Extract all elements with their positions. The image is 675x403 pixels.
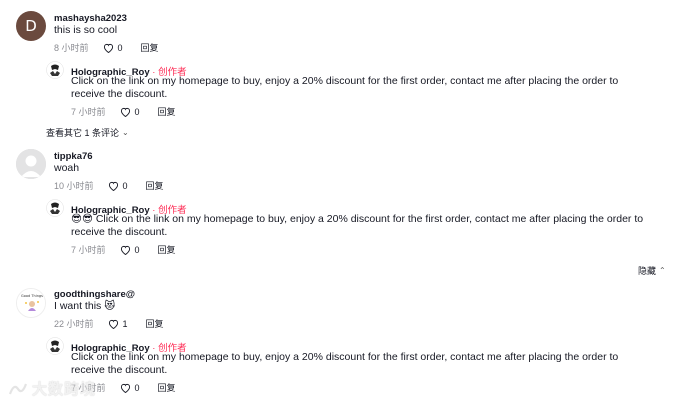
- avatar-caption: Good Things: [21, 294, 43, 298]
- heart-icon: [103, 43, 113, 53]
- watermark-logo-icon: [8, 383, 28, 394]
- heart-icon: [120, 107, 130, 117]
- like-button[interactable]: 0: [120, 383, 140, 393]
- reply-text: Click on the link on my homepage to buy,…: [71, 75, 619, 100]
- comment-time: 22 小时前: [54, 319, 94, 329]
- reply-button[interactable]: 回复: [158, 381, 176, 394]
- heart-icon: [120, 383, 130, 393]
- like-count: 0: [134, 382, 140, 393]
- like-count: 0: [117, 42, 123, 53]
- comment-username[interactable]: tippka76: [54, 151, 93, 162]
- creator-avatar[interactable]: [46, 337, 64, 355]
- comment-text: woah: [54, 162, 80, 174]
- user-avatar[interactable]: Good Things: [16, 288, 46, 318]
- view-more-replies[interactable]: 查看其它 1 条评论 ⌄: [46, 126, 129, 139]
- comment-meta: 22 小时前 1 回复: [54, 317, 164, 330]
- comment-username[interactable]: mashaysha2023: [54, 13, 127, 24]
- comment-time: 10 小时前: [54, 181, 94, 191]
- like-button[interactable]: 0: [103, 43, 123, 53]
- good-things-avatar-icon: Good Things: [17, 289, 45, 317]
- heart-icon: [108, 319, 118, 329]
- hide-replies-button[interactable]: 隐藏 ⌃: [638, 264, 666, 277]
- reply-time: 7 小时前: [71, 107, 106, 117]
- reply-button[interactable]: 回复: [141, 41, 159, 54]
- watermark: 大数跨境: [8, 378, 96, 399]
- creator-avatar-icon: [46, 61, 64, 79]
- reply-meta: 7 小时前 0 回复: [71, 105, 176, 118]
- comment-username[interactable]: goodthingshare@: [54, 289, 135, 300]
- user-avatar[interactable]: [16, 149, 46, 179]
- comment-meta: 8 小时前 0 回复: [54, 41, 159, 54]
- like-count: 0: [134, 244, 140, 255]
- reply-text: Click on the link on my homepage to buy,…: [71, 351, 619, 376]
- like-count: 0: [134, 106, 140, 117]
- watermark-text: 大数跨境: [32, 381, 97, 398]
- like-button[interactable]: 0: [120, 245, 140, 255]
- reply-button[interactable]: 回复: [158, 105, 176, 118]
- like-button[interactable]: 0: [108, 181, 128, 191]
- heart-icon: [120, 245, 130, 255]
- like-count: 1: [122, 318, 128, 329]
- comment-text: this is so cool: [54, 24, 118, 36]
- default-avatar-icon: [16, 149, 46, 179]
- comment-text: I want this 😻: [54, 300, 116, 312]
- like-count: 0: [122, 180, 128, 191]
- sunglasses-emoji: 😎😎: [71, 213, 93, 225]
- creator-avatar-icon: [46, 199, 64, 217]
- reply-button[interactable]: 回复: [158, 243, 176, 256]
- reply-button[interactable]: 回复: [146, 317, 164, 330]
- user-avatar[interactable]: D: [16, 11, 46, 41]
- chevron-up-icon: ⌃: [659, 266, 666, 275]
- like-button[interactable]: 0: [120, 107, 140, 117]
- comment-time: 8 小时前: [54, 43, 89, 53]
- comment-meta: 10 小时前 0 回复: [54, 179, 164, 192]
- chevron-down-icon: ⌄: [122, 128, 129, 137]
- creator-avatar[interactable]: [46, 61, 64, 79]
- reply-meta: 7 小时前 0 回复: [71, 243, 176, 256]
- like-button[interactable]: 1: [108, 319, 128, 329]
- reply-text: 😎😎 Click on the link on my homepage to b…: [71, 213, 644, 238]
- heart-icon: [108, 181, 118, 191]
- creator-avatar-icon: [46, 337, 64, 355]
- reply-time: 7 小时前: [71, 245, 106, 255]
- reply-button[interactable]: 回复: [146, 179, 164, 192]
- creator-avatar[interactable]: [46, 199, 64, 217]
